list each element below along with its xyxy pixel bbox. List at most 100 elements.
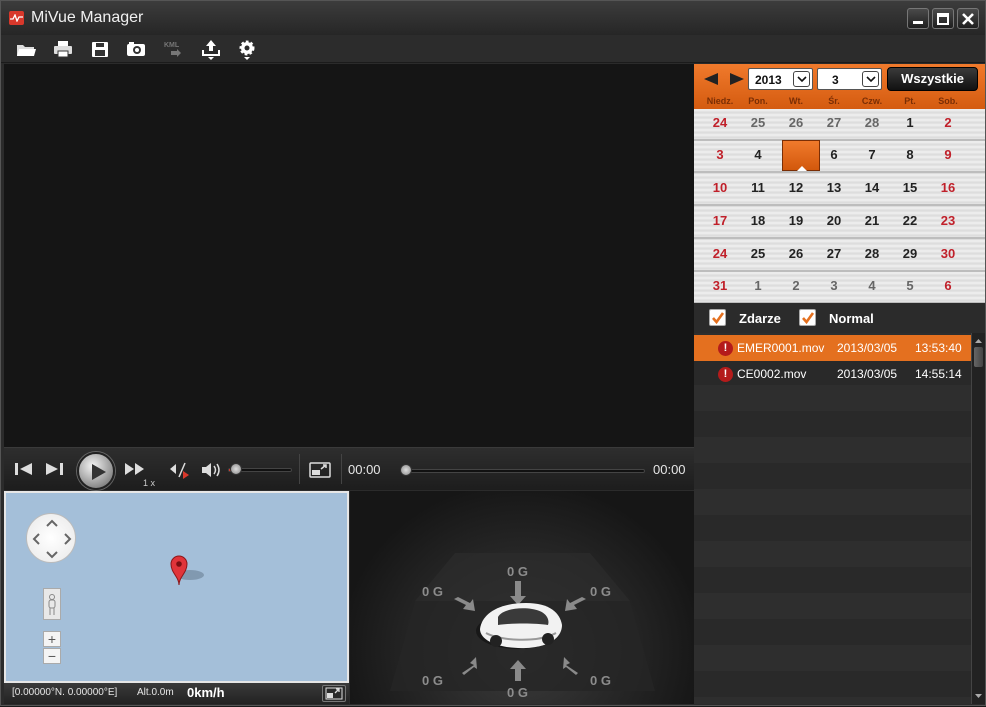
calendar-day[interactable]: 25	[739, 246, 777, 261]
seek-slider[interactable]	[400, 464, 645, 476]
fullscreen-button[interactable]	[309, 462, 331, 483]
pan-up-icon	[46, 519, 58, 527]
calendar-day[interactable]: 14	[853, 180, 891, 195]
event-filter-label: Zdarze	[739, 311, 781, 326]
maximize-button[interactable]	[932, 8, 954, 29]
map-pan-control[interactable]	[26, 513, 76, 563]
calendar-day[interactable]: 4	[853, 278, 891, 293]
calendar-day[interactable]: 18	[739, 213, 777, 228]
weekday-label: Niedz.	[706, 96, 734, 106]
calendar-day[interactable]: 15	[891, 180, 929, 195]
file-date: 2013/03/05	[837, 341, 898, 355]
calendar-day[interactable]: 11	[739, 180, 777, 195]
calendar-day[interactable]: 8	[891, 147, 929, 162]
file-list-scrollbar[interactable]	[971, 333, 985, 704]
calendar-day[interactable]: 22	[891, 213, 929, 228]
calendar-day[interactable]: 1	[739, 278, 777, 293]
calendar-day[interactable]: 30	[929, 246, 967, 261]
event-filter-checkbox[interactable]	[709, 309, 726, 326]
previous-month-button[interactable]	[702, 72, 720, 91]
g-value-bottom-left: 0 G	[422, 673, 443, 688]
file-row[interactable]: ! EMER0001.mov 2013/03/05 13:53:40	[694, 335, 971, 361]
zoom-out-button[interactable]: −	[43, 648, 61, 664]
calendar-day[interactable]: 3	[815, 278, 853, 293]
calendar-day[interactable]: 12	[777, 180, 815, 195]
g-value-top-right: 0 G	[590, 584, 611, 599]
calendar-day[interactable]: 29	[891, 246, 929, 261]
calendar-day[interactable]: 25	[739, 115, 777, 130]
print-icon[interactable]	[52, 38, 74, 60]
calendar-day[interactable]: 19	[777, 213, 815, 228]
volume-slider[interactable]	[228, 463, 292, 475]
calendar-day[interactable]: 20	[815, 213, 853, 228]
calendar-day[interactable]: 24	[701, 115, 739, 130]
weekday-label: Sob.	[938, 96, 958, 106]
seek-knob[interactable]	[400, 464, 412, 476]
expand-map-button[interactable]	[322, 685, 346, 702]
scroll-up-icon[interactable]	[973, 334, 984, 346]
calendar-day[interactable]: 27	[815, 115, 853, 130]
calendar-day[interactable]: 26	[777, 246, 815, 261]
kml-export-icon[interactable]: KML	[163, 38, 185, 60]
file-filter-row: Zdarze Normal	[694, 303, 985, 333]
calendar-day[interactable]: 16	[929, 180, 967, 195]
scrollbar-thumb[interactable]	[974, 347, 983, 367]
map-view[interactable]: + −	[4, 491, 349, 683]
volume-knob[interactable]	[229, 463, 242, 475]
save-icon[interactable]	[89, 38, 111, 60]
settings-icon[interactable]	[236, 38, 258, 60]
calendar-day[interactable]: 23	[929, 213, 967, 228]
close-button[interactable]	[957, 8, 979, 29]
title-bar[interactable]: MiVue Manager	[1, 1, 985, 35]
calendar-day[interactable]: 3	[701, 147, 739, 162]
play-button[interactable]	[77, 452, 115, 490]
chevron-down-icon[interactable]	[862, 71, 879, 87]
show-all-button[interactable]: Wszystkie	[887, 67, 978, 91]
zoom-in-button[interactable]: +	[43, 631, 61, 647]
calendar-day[interactable]: 2	[929, 115, 967, 130]
volume-icon[interactable]	[200, 461, 224, 484]
minimize-button[interactable]	[907, 8, 929, 29]
chevron-down-icon[interactable]	[793, 71, 810, 87]
snapshot-icon[interactable]	[125, 38, 147, 60]
year-select[interactable]: 2013	[748, 68, 813, 90]
upload-icon[interactable]	[200, 38, 222, 60]
calendar-day[interactable]: 28	[853, 246, 891, 261]
calendar-day[interactable]: 17	[701, 213, 739, 228]
open-folder-icon[interactable]	[15, 38, 37, 60]
normal-filter-checkbox[interactable]	[799, 309, 816, 326]
weekday-label: Czw.	[861, 96, 883, 106]
calendar-day[interactable]: 4	[739, 147, 777, 162]
video-display[interactable]	[4, 64, 694, 447]
calendar-day[interactable]: 21	[853, 213, 891, 228]
calendar-day[interactable]: 1	[891, 115, 929, 130]
calendar-day[interactable]: 10	[701, 180, 739, 195]
year-value: 2013	[755, 73, 782, 87]
calendar-day[interactable]: 5	[891, 278, 929, 293]
file-date: 2013/03/05	[837, 367, 898, 381]
calendar-day[interactable]: 13	[815, 180, 853, 195]
calendar-day[interactable]: 7	[853, 147, 891, 162]
calendar-week-row: 24 25 26 27 28 29 30	[694, 240, 985, 272]
month-select[interactable]: 3	[817, 68, 882, 90]
calendar-day[interactable]: 27	[815, 246, 853, 261]
next-month-button[interactable]	[728, 72, 746, 91]
file-list: ! EMER0001.mov 2013/03/05 13:53:40 ! CE0…	[694, 333, 971, 704]
calendar-day[interactable]: 26	[777, 115, 815, 130]
gps-coordinates: [0.00000°N. 0.00000°E]	[12, 687, 118, 698]
previous-track-button[interactable]	[14, 462, 34, 481]
calendar-day[interactable]: 28	[853, 115, 891, 130]
g-value-bottom-right: 0 G	[590, 673, 611, 688]
calendar-day[interactable]: 31	[701, 278, 739, 293]
scroll-down-icon[interactable]	[973, 689, 984, 701]
file-row[interactable]: ! CE0002.mov 2013/03/05 14:55:14	[694, 361, 971, 387]
next-track-button[interactable]	[44, 462, 64, 481]
warning-icon: !	[718, 367, 733, 382]
slow-motion-button[interactable]	[167, 461, 191, 484]
calendar-day[interactable]: 24	[701, 246, 739, 261]
calendar-day[interactable]: 2	[777, 278, 815, 293]
calendar-day[interactable]: 9	[929, 147, 967, 162]
total-time: 00:00	[653, 462, 686, 477]
calendar-day[interactable]: 6	[929, 278, 967, 293]
street-view-pegman-icon[interactable]	[43, 588, 61, 620]
